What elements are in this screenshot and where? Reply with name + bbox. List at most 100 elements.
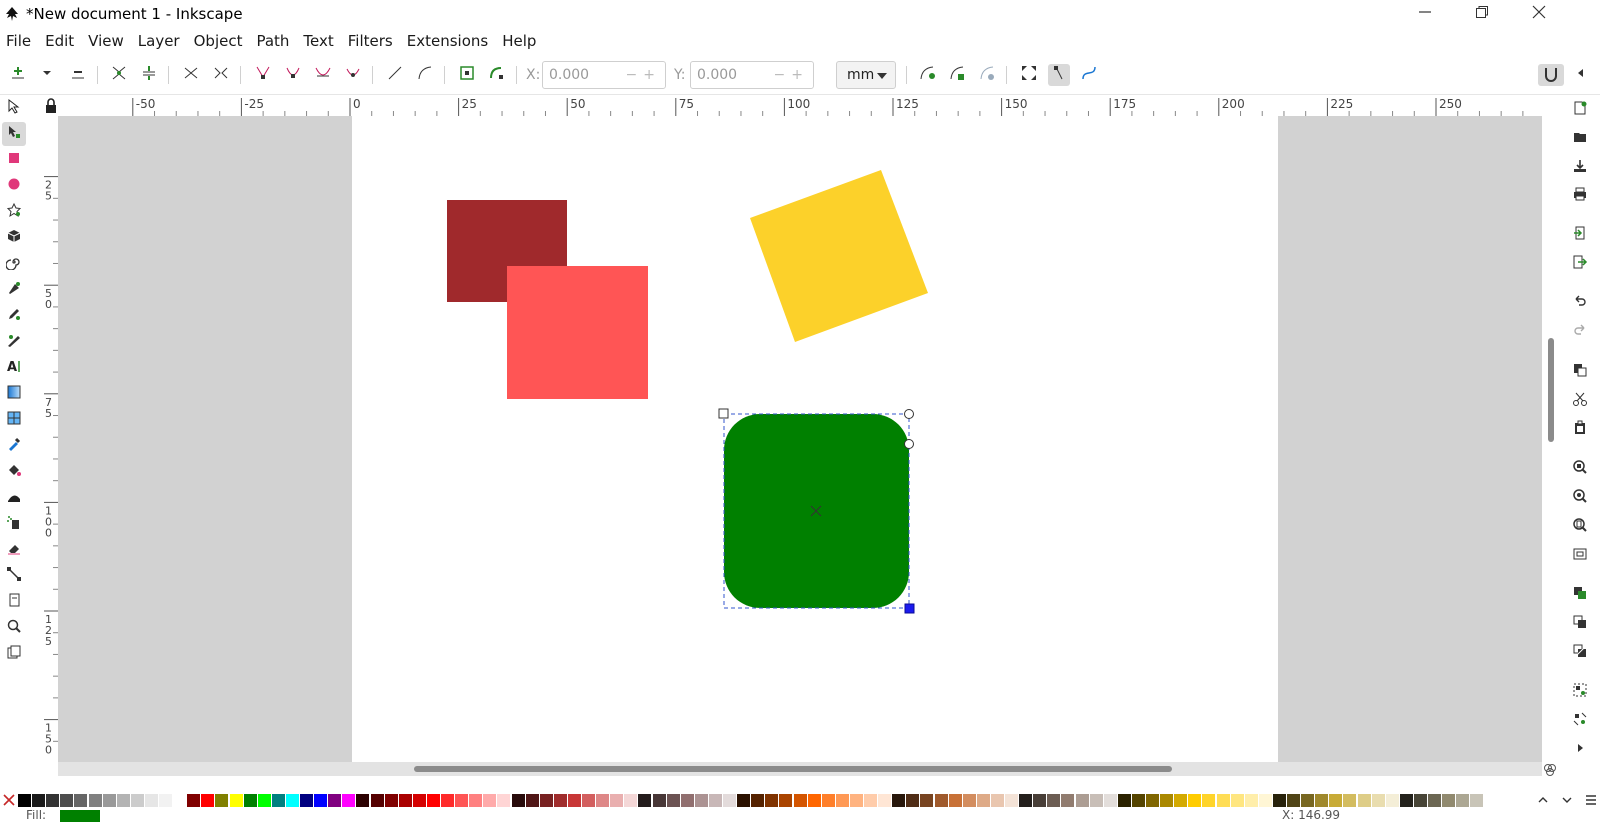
- new-document-button[interactable]: [1568, 98, 1592, 122]
- palette-swatch[interactable]: [1047, 794, 1061, 807]
- palette-swatch[interactable]: [934, 794, 948, 807]
- palette-swatch[interactable]: [892, 794, 906, 807]
- palette-swatch[interactable]: [1103, 794, 1117, 807]
- import-button[interactable]: [1568, 223, 1592, 247]
- mask-path-button[interactable]: [976, 64, 998, 86]
- clone-button[interactable]: [1568, 612, 1592, 636]
- palette-swatch[interactable]: [906, 794, 920, 807]
- ungroup-button[interactable]: [1568, 709, 1592, 733]
- show-transform-handles-button[interactable]: [1018, 64, 1040, 86]
- menu-path[interactable]: Path: [249, 28, 296, 54]
- palette-swatch[interactable]: [1456, 794, 1470, 807]
- print-button[interactable]: [1568, 184, 1592, 208]
- palette-swatch[interactable]: [680, 794, 694, 807]
- node-cusp-button[interactable]: [252, 64, 274, 86]
- spray-tool[interactable]: [2, 512, 26, 536]
- palette-swatch[interactable]: [173, 794, 187, 807]
- palette-swatch[interactable]: [116, 794, 130, 807]
- minimize-button[interactable]: [1396, 0, 1453, 28]
- palette-swatch[interactable]: [793, 794, 807, 807]
- palette-swatch[interactable]: [1428, 794, 1441, 807]
- node-smooth-button[interactable]: [282, 64, 304, 86]
- palette-swatch[interactable]: [666, 794, 680, 807]
- palette-swatch[interactable]: [285, 794, 299, 807]
- horizontal-scrollbar[interactable]: [58, 762, 1542, 776]
- menu-filters[interactable]: Filters: [341, 28, 400, 54]
- salmon-square[interactable]: [507, 266, 648, 399]
- palette-swatch[interactable]: [1272, 794, 1286, 807]
- palette-swatch[interactable]: [1470, 794, 1484, 807]
- palette-swatch[interactable]: [737, 794, 751, 807]
- palette-swatch[interactable]: [356, 794, 370, 807]
- palette-swatch[interactable]: [948, 794, 962, 807]
- clip-path-button[interactable]: [946, 64, 968, 86]
- snap-toggle-button[interactable]: [1538, 64, 1564, 86]
- dropper-tool[interactable]: [2, 434, 26, 458]
- fill-indicator[interactable]: [60, 810, 100, 822]
- palette-swatch[interactable]: [426, 794, 440, 807]
- palette-swatch[interactable]: [243, 794, 257, 807]
- palette-swatch[interactable]: [1244, 794, 1258, 807]
- selector-tool[interactable]: [2, 96, 26, 120]
- palette-swatch[interactable]: [962, 794, 976, 807]
- palette-swatch[interactable]: [469, 794, 483, 807]
- palette-swatch[interactable]: [88, 794, 102, 807]
- palette-swatch[interactable]: [751, 794, 765, 807]
- close-button[interactable]: [1510, 0, 1567, 28]
- palette-swatch[interactable]: [483, 794, 497, 807]
- palette-swatch[interactable]: [1343, 794, 1357, 807]
- restore-button[interactable]: [1453, 0, 1510, 28]
- palette-swatch[interactable]: [1230, 794, 1244, 807]
- delete-segment-button[interactable]: [210, 64, 232, 86]
- path-effect-button[interactable]: [916, 64, 938, 86]
- palette-swatch[interactable]: [567, 794, 581, 807]
- copy-button[interactable]: [1568, 360, 1592, 384]
- insert-node-menu-button[interactable]: [36, 64, 58, 86]
- palette-swatch[interactable]: [201, 794, 215, 807]
- palette-swatch[interactable]: [18, 794, 31, 807]
- palette-swatch[interactable]: [1385, 794, 1399, 807]
- palette-swatch[interactable]: [765, 794, 779, 807]
- palette-swatch[interactable]: [849, 794, 863, 807]
- unit-select[interactable]: mm: [836, 61, 896, 89]
- palette-swatch[interactable]: [821, 794, 835, 807]
- palette-swatch[interactable]: [229, 794, 243, 807]
- corner-handle-top-left[interactable]: [718, 408, 729, 419]
- palette-swatch[interactable]: [271, 794, 285, 807]
- join-nodes-button[interactable]: [108, 64, 130, 86]
- zoom-page-width-button[interactable]: [1568, 544, 1592, 568]
- gradient-tool[interactable]: [2, 382, 26, 406]
- stroke-to-path-button[interactable]: [486, 64, 508, 86]
- palette-swatch[interactable]: [511, 794, 525, 807]
- break-path-button[interactable]: [138, 64, 160, 86]
- resize-handle-bottom-right[interactable]: [904, 603, 915, 614]
- snap-options-button[interactable]: [1570, 64, 1592, 86]
- paint-bucket-tool[interactable]: [2, 460, 26, 484]
- segment-line-button[interactable]: [384, 64, 406, 86]
- palette-swatch[interactable]: [455, 794, 469, 807]
- star-tool[interactable]: [2, 200, 26, 224]
- palette-swatch[interactable]: [60, 794, 74, 807]
- undo-button[interactable]: [1568, 291, 1592, 315]
- palette-swatch[interactable]: [1061, 794, 1075, 807]
- palette-swatch[interactable]: [1399, 794, 1413, 807]
- palette-swatch[interactable]: [130, 794, 144, 807]
- node-auto-button[interactable]: [342, 64, 364, 86]
- palette-swatch[interactable]: [159, 794, 172, 807]
- y-coordinate-input[interactable]: [697, 67, 777, 83]
- palette-scroll-up-icon[interactable]: [1536, 793, 1550, 811]
- palette-swatch[interactable]: [300, 794, 313, 807]
- palette-swatch[interactable]: [1357, 794, 1371, 807]
- palette-scroll-down-icon[interactable]: [1560, 793, 1574, 811]
- palette-swatch[interactable]: [525, 794, 539, 807]
- node-symmetric-button[interactable]: [312, 64, 334, 86]
- menu-text[interactable]: Text: [296, 28, 340, 54]
- palette-swatch[interactable]: [384, 794, 398, 807]
- palette-swatch[interactable]: [553, 794, 567, 807]
- palette-swatch[interactable]: [610, 794, 624, 807]
- palette-swatch[interactable]: [314, 794, 328, 807]
- palette-swatch[interactable]: [1033, 794, 1047, 807]
- calligraphy-tool[interactable]: [2, 330, 26, 354]
- palette-swatch[interactable]: [694, 794, 708, 807]
- rectangle-tool[interactable]: [2, 148, 26, 172]
